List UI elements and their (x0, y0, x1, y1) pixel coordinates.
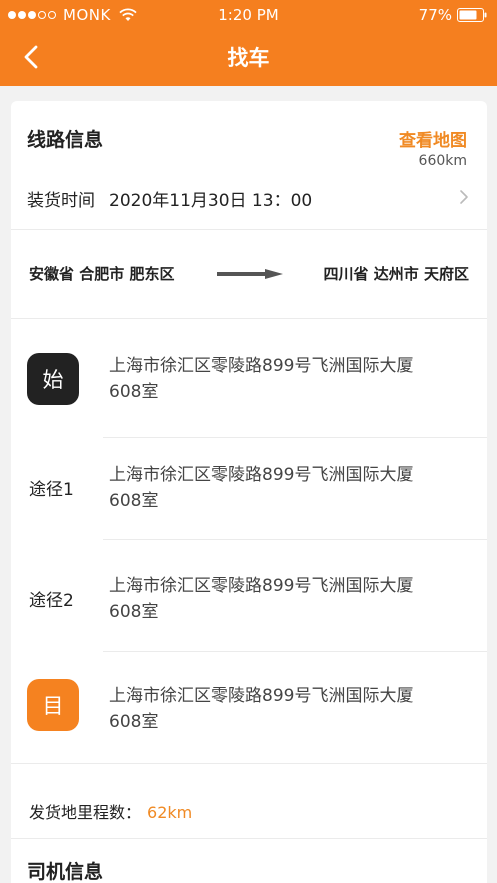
route-destination: 四川省 达州市 天府区 (323, 265, 469, 283)
route-summary: 安徽省 合肥市 肥东区 四川省 达州市 天府区 (11, 231, 487, 317)
mileage-label: 发货地里程数： (29, 803, 142, 822)
back-button[interactable] (14, 40, 48, 74)
route-arrow-icon (217, 269, 283, 279)
destination-address: 上海市徐汇区零陵路899号飞洲国际大厦608室 (109, 686, 414, 732)
mileage-row: 发货地里程数： 62km (29, 799, 192, 823)
battery-percent: 77% (418, 6, 452, 24)
divider (11, 763, 487, 764)
divider (11, 318, 487, 319)
status-bar: MONK 1:20 PM 77% (0, 0, 497, 30)
load-time-row[interactable]: 装货时间 2020年11月30日 13：00 (11, 181, 487, 215)
divider (103, 437, 487, 438)
load-time-value: 2020年11月30日 13：00 (109, 191, 313, 211)
app-header: MONK 1:20 PM 77% 找车 (0, 0, 497, 86)
chevron-left-icon (24, 45, 38, 69)
load-time-label: 装货时间 (27, 191, 95, 211)
waypoint-1-address: 上海市徐汇区零陵路899号飞洲国际大厦608室 (109, 465, 414, 511)
status-right: 77% (419, 6, 487, 24)
route-distance: 660km (418, 153, 467, 169)
driver-info-title: 司机信息 (27, 861, 104, 883)
nav-bar: 找车 (0, 32, 497, 82)
waypoint-2-label: 途径2 (29, 591, 74, 611)
divider (103, 539, 487, 540)
page-title: 找车 (227, 46, 270, 70)
route-origin: 安徽省 合肥市 肥东区 (29, 265, 175, 283)
divider (103, 651, 487, 652)
destination-badge: 目 (27, 679, 79, 731)
divider (11, 229, 487, 230)
route-info-title: 线路信息 (27, 129, 104, 151)
chevron-right-icon (460, 190, 468, 204)
divider (11, 838, 487, 839)
waypoint-2-address: 上海市徐汇区零陵路899号飞洲国际大厦608室 (109, 576, 414, 622)
battery-icon (457, 8, 487, 22)
start-address: 上海市徐汇区零陵路899号飞洲国际大厦608室 (109, 356, 414, 402)
route-card: 线路信息 查看地图 660km 装货时间 2020年11月30日 13：00 安… (11, 101, 487, 883)
mileage-value: 62km (147, 803, 193, 822)
waypoint-1-label: 途径1 (29, 480, 74, 500)
view-map-link[interactable]: 查看地图 (399, 126, 467, 151)
start-badge: 始 (27, 353, 79, 405)
